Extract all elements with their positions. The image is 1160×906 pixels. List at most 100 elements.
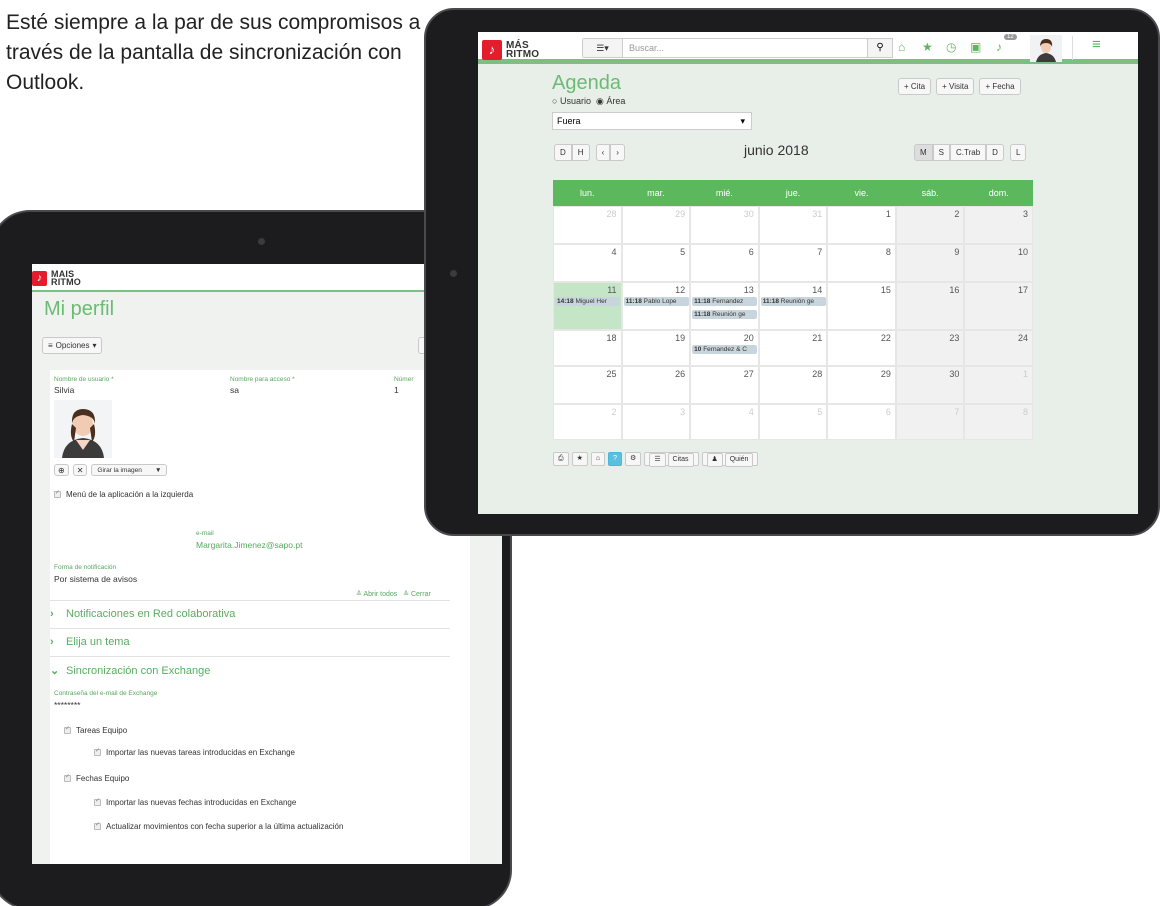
calendar-day-cell[interactable]: 30 xyxy=(690,206,759,244)
calendar-day-cell[interactable]: 25 xyxy=(553,366,622,404)
calendar-day-cell[interactable]: 2 xyxy=(895,206,965,244)
calendar-event[interactable]: 14:18 Miguel Her xyxy=(555,297,620,306)
calendar-day-cell[interactable]: 3 xyxy=(964,206,1033,244)
home-icon[interactable]: ⌂ xyxy=(898,40,905,54)
tareas-import-checkbox[interactable] xyxy=(94,747,101,757)
calendar-day-cell[interactable]: 1 xyxy=(827,206,896,244)
user-avatar[interactable] xyxy=(1030,35,1062,62)
calendar-day-cell[interactable]: 4 xyxy=(690,404,759,440)
remove-icon[interactable]: ✕ xyxy=(72,464,88,476)
calendar-event[interactable]: 11:18 Pablo Lope xyxy=(623,297,689,306)
notification-value[interactable]: Por sistema de avisos xyxy=(54,574,137,584)
tareas-checkbox[interactable] xyxy=(64,725,71,735)
app-logo[interactable]: ♪ MÁS RITMO xyxy=(482,40,539,60)
fechas-import-checkbox[interactable] xyxy=(94,797,101,807)
search-menu-button[interactable]: ☰▾ xyxy=(583,39,623,57)
citas-button[interactable]: ☰ Citas xyxy=(644,452,699,467)
calendar-day-cell[interactable]: 12 11:18 Pablo Lope xyxy=(621,282,691,330)
calendar-day-cell[interactable]: 28 xyxy=(758,366,828,404)
calendar-day-cell[interactable]: 14 11:18 Reunión ge xyxy=(758,282,828,330)
calendar-day-cell[interactable]: 7 xyxy=(758,244,828,282)
fechas-update-checkbox[interactable] xyxy=(94,821,101,831)
search-input[interactable]: Buscar... xyxy=(629,43,664,53)
calendar-day-cell[interactable]: 4 xyxy=(553,244,622,282)
section-theme[interactable]: › Elija un tema xyxy=(50,628,450,656)
area-radio[interactable]: ◉ xyxy=(596,96,604,106)
calendar-day-cell[interactable]: 11 14:18 Miguel Her xyxy=(553,282,622,330)
calendar-day-cell[interactable]: 2 xyxy=(553,404,622,440)
calendar-day-cell[interactable]: 3 xyxy=(621,404,691,440)
help-icon[interactable]: ? xyxy=(608,452,623,466)
calendar-day-cell[interactable]: 5 xyxy=(758,404,828,440)
view-workweek-button[interactable]: C.Trab xyxy=(950,144,987,161)
calendar-day-cell[interactable]: 29 xyxy=(621,206,691,244)
upload-icon[interactable]: ⊕ xyxy=(54,464,69,476)
calendar-day-cell[interactable]: 8 xyxy=(964,404,1033,440)
print-icon[interactable]: ⎙ xyxy=(553,452,569,466)
usuario-radio[interactable]: ○ xyxy=(552,96,557,106)
view-d-button[interactable]: D xyxy=(554,144,572,161)
star-icon[interactable]: ★ xyxy=(571,452,588,466)
area-select[interactable]: Fuera ▾ xyxy=(552,112,752,130)
view-list-button[interactable]: L xyxy=(1009,144,1027,161)
calendar-day-cell[interactable]: 28 xyxy=(553,206,622,244)
bell-icon[interactable]: ♪ xyxy=(996,40,1002,54)
calendar-day-cell[interactable]: 7 xyxy=(895,404,965,440)
calendar-day-cell[interactable]: 19 xyxy=(621,330,691,366)
hamburger-icon[interactable]: ≡ xyxy=(1092,37,1101,52)
number-value[interactable]: 1 xyxy=(394,385,399,395)
add-fecha-button[interactable]: + Fecha xyxy=(979,78,1021,95)
calendar-day-cell[interactable]: 5 xyxy=(621,244,691,282)
calendar-day-cell[interactable]: 18 xyxy=(553,330,622,366)
close-link[interactable]: Cerrar xyxy=(411,591,431,598)
quien-button[interactable]: ♟ Quién xyxy=(701,452,759,467)
next-button[interactable]: › xyxy=(610,144,625,161)
prev-button[interactable]: ‹ xyxy=(595,144,611,161)
star-icon[interactable]: ★ xyxy=(922,40,933,54)
calendar-day-cell[interactable]: 6 xyxy=(827,404,896,440)
calendar-day-cell[interactable]: 6 xyxy=(690,244,759,282)
calendar-day-cell[interactable]: 1 xyxy=(964,366,1033,404)
calendar-event[interactable]: 10 Fernandez & C xyxy=(692,345,758,354)
view-h-button[interactable]: H xyxy=(571,144,590,161)
fechas-checkbox[interactable] xyxy=(64,773,71,783)
email-value[interactable]: Margarita.Jimenez@sapo.pt xyxy=(196,540,302,550)
view-week-button[interactable]: S xyxy=(932,144,951,161)
open-all-link[interactable]: Abrir todos xyxy=(363,591,397,598)
add-visita-button[interactable]: + Visita xyxy=(936,78,975,95)
calendar-day-cell[interactable]: 23 xyxy=(895,330,965,366)
avatar[interactable] xyxy=(54,400,112,458)
calendar-icon[interactable]: ▣ xyxy=(970,40,981,54)
view-month-button[interactable]: M xyxy=(914,144,933,161)
calendar-day-cell[interactable]: 15 xyxy=(827,282,896,330)
calendar-day-cell[interactable]: 17 xyxy=(964,282,1033,330)
calendar-day-cell[interactable]: 9 xyxy=(895,244,965,282)
calendar-day-cell[interactable]: 16 xyxy=(895,282,965,330)
calendar-day-cell[interactable]: 24 xyxy=(964,330,1033,366)
calendar-day-cell[interactable]: 20 10 Fernandez & C xyxy=(690,330,759,366)
calendar-event[interactable]: 11:18 Reunión ge xyxy=(692,310,758,319)
calendar-day-cell[interactable]: 10 xyxy=(964,244,1033,282)
section-exchange[interactable]: ⌄ Sincronización con Exchange xyxy=(50,656,450,684)
calendar-day-cell[interactable]: 21 xyxy=(758,330,828,366)
calendar-day-cell[interactable]: 30 xyxy=(895,366,965,404)
calendar-event[interactable]: 11:18 Fernandez xyxy=(692,297,758,306)
username-value[interactable]: Silvia xyxy=(54,385,74,395)
add-cita-button[interactable]: + Cita xyxy=(898,78,932,95)
section-notifications[interactable]: › Notificaciones en Red colaborativa xyxy=(50,600,450,628)
view-day-button[interactable]: D xyxy=(986,144,1004,161)
search-icon[interactable]: ⚲ xyxy=(867,38,893,58)
calendar-day-cell[interactable]: 13 11:18 Fernandez 11:18 Reunión ge xyxy=(690,282,759,330)
clock-icon[interactable]: ◷ xyxy=(946,40,956,54)
access-value[interactable]: sa xyxy=(230,385,239,395)
calendar-day-cell[interactable]: 22 xyxy=(827,330,896,366)
calendar-event[interactable]: 11:18 Reunión ge xyxy=(760,297,826,306)
calendar-day-cell[interactable]: 29 xyxy=(827,366,896,404)
calendar-day-cell[interactable]: 26 xyxy=(621,366,691,404)
options-button[interactable]: ≡ Opciones ▾ xyxy=(42,337,103,354)
gear-icon[interactable]: ⚙ xyxy=(625,452,642,466)
calendar-day-cell[interactable]: 27 xyxy=(690,366,759,404)
calendar-day-cell[interactable]: 31 xyxy=(758,206,828,244)
home-add-icon[interactable]: ⌂ xyxy=(590,452,606,466)
menu-left-checkbox[interactable] xyxy=(54,489,61,499)
